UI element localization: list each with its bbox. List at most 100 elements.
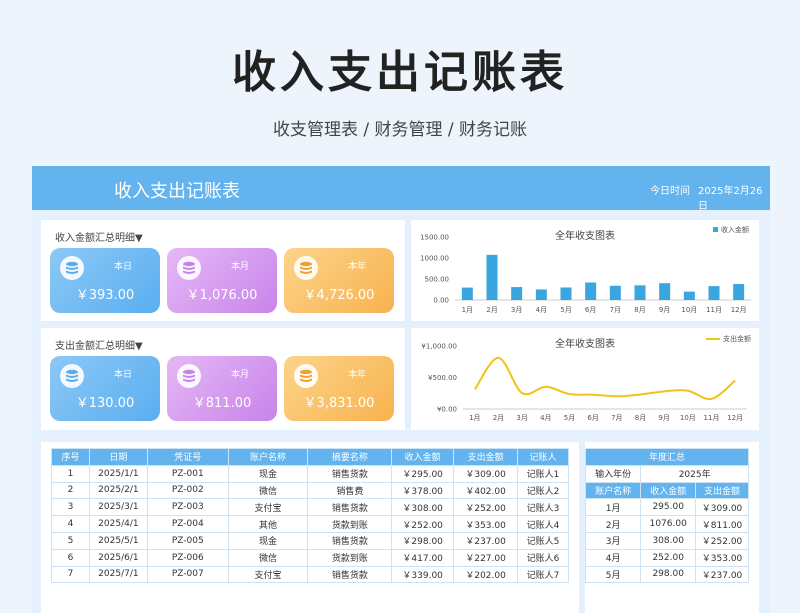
table-cell[interactable]: 销售货款 <box>307 565 393 584</box>
table-cell[interactable]: ￥402.00 <box>453 481 519 500</box>
table-cell[interactable]: 2月 <box>584 515 642 533</box>
table-cell[interactable]: 252.00 <box>640 548 697 567</box>
x-tick-label: 1月 <box>469 414 480 422</box>
table-cell[interactable]: 货款到账 <box>307 548 393 567</box>
col-header: 摘要名称 <box>307 448 393 466</box>
table-cell[interactable]: 记账人3 <box>517 498 569 517</box>
table-cell[interactable]: 销售货款 <box>307 498 393 517</box>
expense-month-card[interactable]: 本月 ￥811.00 <box>167 356 277 421</box>
table-cell[interactable]: PZ-004 <box>146 515 229 533</box>
table-cell[interactable]: 记账人4 <box>517 515 569 533</box>
table-cell[interactable]: 4 <box>51 515 90 533</box>
table-cell[interactable]: PZ-007 <box>146 565 229 584</box>
table-cell[interactable]: ￥339.00 <box>391 565 455 584</box>
table-cell[interactable]: 298.00 <box>640 565 697 584</box>
col-header: 序号 <box>51 448 90 466</box>
table-cell[interactable]: 微信 <box>227 481 309 500</box>
table-cell[interactable]: 3 <box>51 498 90 517</box>
x-tick-label: 6月 <box>587 414 598 422</box>
table-cell[interactable]: 1月 <box>584 498 642 517</box>
income-day-card[interactable]: 本日 ￥393.00 <box>50 248 160 313</box>
card-amount: ￥3,831.00 <box>303 396 375 411</box>
table-cell[interactable]: PZ-001 <box>146 464 229 483</box>
expense-summary-heading[interactable]: 支出金额汇总明细▼ <box>55 337 143 352</box>
table-cell[interactable]: 308.00 <box>640 531 697 550</box>
table-cell[interactable]: 货款到账 <box>307 515 393 533</box>
table-cell[interactable]: ￥298.00 <box>391 531 455 550</box>
table-cell[interactable]: ￥308.00 <box>391 498 455 517</box>
table-cell[interactable]: ￥237.00 <box>695 565 749 584</box>
table-cell[interactable]: 现金 <box>227 531 309 550</box>
table-cell[interactable]: 4月 <box>584 548 642 567</box>
table-cell[interactable]: 2 <box>51 481 90 500</box>
bar <box>461 287 473 300</box>
table-cell[interactable]: PZ-006 <box>146 548 229 567</box>
table-cell[interactable]: 2025/7/1 <box>88 565 148 584</box>
x-tick-label: 6月 <box>585 306 596 314</box>
ledger-panel: 序号 日期 凭证号 账户名称 摘要名称 收入金额 支出金额 记账人 1 2025/… <box>41 442 579 613</box>
x-tick-label: 12月 <box>731 306 747 314</box>
table-cell[interactable]: 2025/1/1 <box>88 464 148 483</box>
table-cell[interactable]: ￥378.00 <box>391 481 455 500</box>
coin-stack-icon <box>294 364 318 388</box>
table-cell[interactable]: 记账人1 <box>517 464 569 483</box>
table-cell[interactable]: 2025/5/1 <box>88 531 148 550</box>
y-tick-label: ¥1,000.00 <box>421 343 457 351</box>
table-cell[interactable]: 记账人6 <box>517 548 569 567</box>
table-cell[interactable]: 3月 <box>584 531 642 550</box>
table-cell[interactable]: 5月 <box>584 565 642 584</box>
table-cell[interactable]: 其他 <box>227 515 309 533</box>
income-month-card[interactable]: 本月 ￥1,076.00 <box>167 248 277 313</box>
table-cell[interactable]: ￥252.00 <box>453 498 519 517</box>
table-cell[interactable]: 支付宝 <box>227 498 309 517</box>
table-cell[interactable]: ￥309.00 <box>695 498 749 517</box>
expense-year-card[interactable]: 本年 ￥3,831.00 <box>284 356 394 421</box>
table-cell[interactable]: ￥417.00 <box>391 548 455 567</box>
table-cell[interactable]: PZ-003 <box>146 498 229 517</box>
table-cell[interactable]: 2025/3/1 <box>88 498 148 517</box>
col-header: 收入金额 <box>640 481 697 500</box>
table-cell[interactable]: 微信 <box>227 548 309 567</box>
card-label: 本月 <box>231 370 250 380</box>
bar <box>659 283 671 300</box>
table-cell[interactable]: 记账人5 <box>517 531 569 550</box>
table-cell[interactable]: 现金 <box>227 464 309 483</box>
table-cell[interactable]: ￥252.00 <box>695 531 749 550</box>
table-cell[interactable]: 记账人7 <box>517 565 569 584</box>
table-cell[interactable]: PZ-002 <box>146 481 229 500</box>
table-cell[interactable]: ￥227.00 <box>453 548 519 567</box>
x-tick-label: 10月 <box>680 414 696 422</box>
table-cell[interactable]: PZ-005 <box>146 531 229 550</box>
table-cell[interactable]: ￥237.00 <box>453 531 519 550</box>
x-tick-label: 7月 <box>611 414 622 422</box>
table-cell[interactable]: 2025/6/1 <box>88 548 148 567</box>
table-cell[interactable]: 1076.00 <box>640 515 697 533</box>
table-cell[interactable]: 2025/2/1 <box>88 481 148 500</box>
table-cell[interactable]: ￥202.00 <box>453 565 519 584</box>
table-cell[interactable]: ￥295.00 <box>391 464 455 483</box>
table-cell[interactable]: 295.00 <box>640 498 697 517</box>
table-cell[interactable]: 7 <box>51 565 90 584</box>
table-cell[interactable]: 销售货款 <box>307 464 393 483</box>
card-label: 本年 <box>348 262 367 272</box>
x-tick-label: 2月 <box>486 306 497 314</box>
table-cell[interactable]: 销售货款 <box>307 531 393 550</box>
x-tick-label: 9月 <box>658 414 669 422</box>
table-cell[interactable]: ￥309.00 <box>453 464 519 483</box>
income-summary-heading[interactable]: 收入金额汇总明细▼ <box>55 229 143 244</box>
year-input[interactable]: 2025年 <box>640 464 749 483</box>
table-cell[interactable]: 支付宝 <box>227 565 309 584</box>
table-cell[interactable]: 销售费 <box>307 481 393 500</box>
table-cell[interactable]: 记账人2 <box>517 481 569 500</box>
table-cell[interactable]: 6 <box>51 548 90 567</box>
table-cell[interactable]: ￥811.00 <box>695 515 749 533</box>
table-cell[interactable]: 5 <box>51 531 90 550</box>
table-cell[interactable]: 2025/4/1 <box>88 515 148 533</box>
income-year-card[interactable]: 本年 ￥4,726.00 <box>284 248 394 313</box>
card-label: 本日 <box>114 370 133 380</box>
table-cell[interactable]: ￥353.00 <box>695 548 749 567</box>
table-cell[interactable]: ￥353.00 <box>453 515 519 533</box>
table-cell[interactable]: ￥252.00 <box>391 515 455 533</box>
expense-day-card[interactable]: 本日 ￥130.00 <box>50 356 160 421</box>
table-cell[interactable]: 1 <box>51 464 90 483</box>
